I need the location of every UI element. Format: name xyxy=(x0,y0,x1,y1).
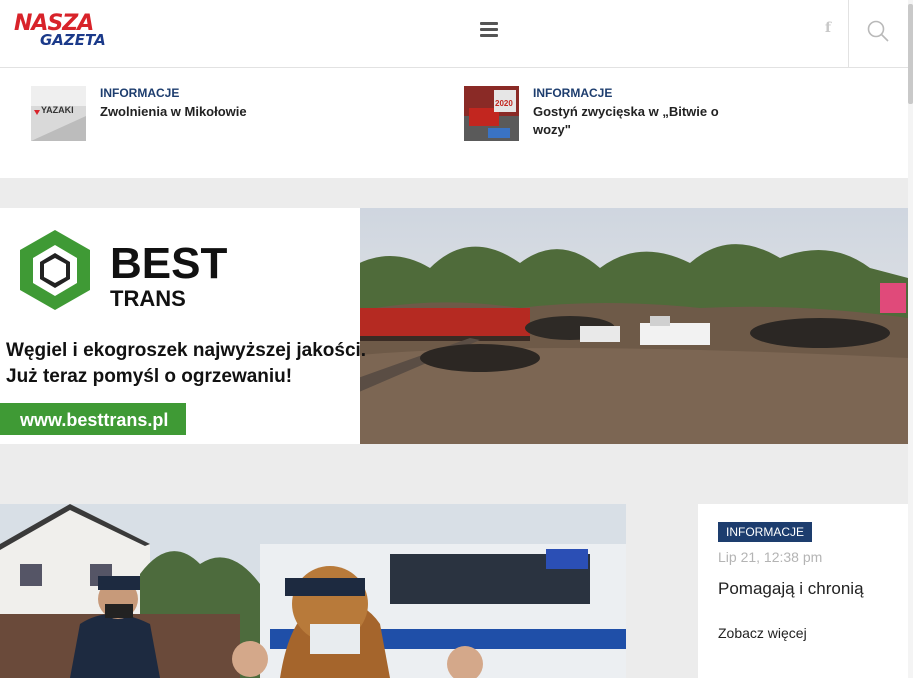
search-icon[interactable] xyxy=(867,20,889,42)
ticker-item[interactable]: YAZAKI INFORMACJE Zwolnienia w Mikołowie xyxy=(31,86,411,142)
news-ticker: YAZAKI INFORMACJE Zwolnienia w Mikołowie… xyxy=(0,68,908,178)
post-title[interactable]: Pomagają i chronią xyxy=(718,579,864,599)
post-date: Lip 21, 12:38 pm xyxy=(718,549,823,565)
facebook-icon[interactable]: f xyxy=(825,20,837,40)
ticker-thumbnail[interactable]: 2020 xyxy=(464,86,519,141)
site-header: NASZA GAZETA f xyxy=(0,0,908,68)
menu-icon[interactable] xyxy=(480,22,498,38)
header-divider xyxy=(848,0,849,67)
scrollbar[interactable] xyxy=(908,0,913,678)
scrollbar-thumb[interactable] xyxy=(908,4,913,104)
ticker-category[interactable]: INFORMACJE xyxy=(100,86,179,100)
read-more-link[interactable]: Zobacz więcej xyxy=(718,625,807,641)
banner-tagline-2: Już teraz pomyśl o ogrzewaniu! xyxy=(6,366,292,387)
banner-ad-graphics: BEST TRANS Węgiel i ekogroszek najwyższe… xyxy=(0,208,366,444)
banner-tagline-1: Węgiel i ekogroszek najwyższej jakości. xyxy=(6,340,366,361)
ticker-title[interactable]: Zwolnienia w Mikołowie xyxy=(100,103,400,121)
featured-image[interactable] xyxy=(0,504,626,678)
featured-sidebar: INFORMACJE Lip 21, 12:38 pm Pomagają i c… xyxy=(698,504,908,678)
ticker-thumb-text: 2020 xyxy=(495,99,513,108)
banner-brand-sub: TRANS xyxy=(110,286,186,311)
site-logo[interactable]: NASZA GAZETA xyxy=(14,12,110,50)
ad-banner[interactable]: BEST TRANS Węgiel i ekogroszek najwyższe… xyxy=(0,208,908,444)
category-badge[interactable]: INFORMACJE xyxy=(718,522,812,542)
ticker-title[interactable]: Gostyń zwycięska w „Bitwie o wozy" xyxy=(533,103,733,139)
logo-line2: GAZETA xyxy=(40,31,106,49)
banner-url: www.besttrans.pl xyxy=(19,410,168,430)
banner-brand: BEST xyxy=(110,239,227,288)
ticker-thumb-text: YAZAKI xyxy=(41,105,74,115)
ticker-item[interactable]: 2020 INFORMACJE Gostyń zwycięska w „Bitw… xyxy=(464,86,764,142)
ticker-category[interactable]: INFORMACJE xyxy=(533,86,612,100)
ticker-thumbnail[interactable]: YAZAKI xyxy=(31,86,86,141)
